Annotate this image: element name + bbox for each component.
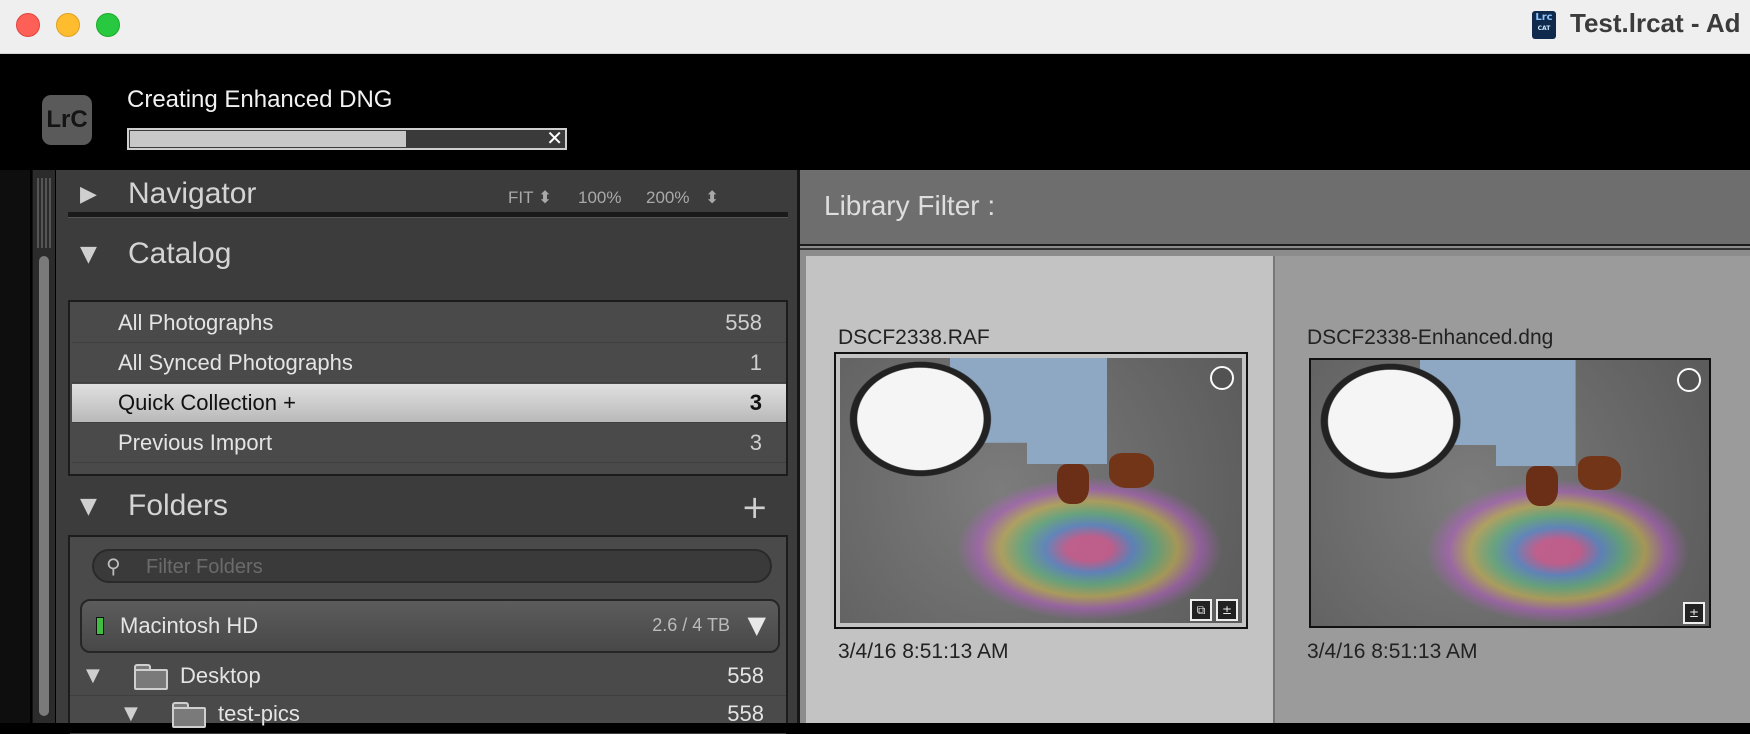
zoom-100-button[interactable]: 100% xyxy=(578,188,621,208)
catalog-item-label: All Photographs xyxy=(118,310,274,335)
photo-detail xyxy=(1109,453,1154,488)
zoom-fit-button[interactable]: FIT ⬍ xyxy=(508,188,552,208)
folder-icon xyxy=(172,702,206,728)
catalog-document-icon: Lrc CAT xyxy=(1532,11,1556,39)
catalog-title: Catalog xyxy=(128,237,232,270)
grid-cell-1[interactable]: DSCF2338.RAF ⧉ ± 3/4/16 8:51:13 AM xyxy=(806,256,1275,723)
folder-disclosure-icon[interactable]: ▼ xyxy=(86,665,100,686)
folder-label: Desktop xyxy=(180,663,261,688)
add-folder-icon[interactable]: + xyxy=(741,488,768,526)
zoom-200-button[interactable]: 200% xyxy=(646,188,689,208)
catalog-item-label: Previous Import xyxy=(118,430,273,455)
pick-flag-icon[interactable] xyxy=(1677,368,1701,392)
volume-name: Macintosh HD xyxy=(120,613,259,638)
catalog-list: All Photographs 558 All Synced Photograp… xyxy=(68,300,788,476)
left-panel-scrollbar[interactable] xyxy=(32,170,55,723)
catalog-item-all-synced[interactable]: All Synced Photographs 1 xyxy=(72,344,786,383)
photo-filename: DSCF2338-Enhanced.dng xyxy=(1307,326,1554,349)
identity-plate: LrC Creating Enhanced DNG ✕ xyxy=(0,54,1750,168)
folder-icon xyxy=(134,664,168,690)
window-title: Test.lrcat - Ad xyxy=(1570,8,1741,38)
folder-label: test-pics xyxy=(218,701,300,726)
minimize-window-button[interactable] xyxy=(56,13,80,37)
catalog-item-label: All Synced Photographs xyxy=(118,350,353,375)
progress-fill xyxy=(130,131,406,147)
library-grid-area: Library Filter : DSCF2338.RAF ⧉ ± 3/4/16… xyxy=(800,170,1750,723)
lrc-logo-icon[interactable]: LrC xyxy=(42,95,92,145)
panel-resize-grip[interactable] xyxy=(37,178,51,248)
doc-icon-line1: Lrc xyxy=(1535,12,1553,23)
doc-icon-line2: CAT xyxy=(1537,25,1551,32)
catalog-header[interactable]: ▼ Catalog xyxy=(68,230,788,280)
catalog-item-count: 558 xyxy=(725,310,762,335)
catalog-item-previous-import[interactable]: Previous Import 3 xyxy=(72,424,786,463)
folders-header[interactable]: ▼ Folders + xyxy=(68,482,788,532)
grid-cell-2[interactable]: DSCF2338-Enhanced.dng ± 3/4/16 8:51:13 A… xyxy=(1275,256,1750,723)
navigator-divider xyxy=(68,212,788,218)
library-filter-bar[interactable]: Library Filter : xyxy=(800,170,1750,246)
folder-disclosure-icon[interactable]: ▼ xyxy=(124,703,138,724)
develop-adjustments-badge-icon[interactable]: ± xyxy=(1216,599,1238,621)
navigator-disclosure-icon[interactable]: ▶ xyxy=(80,182,97,207)
virtual-copy-badge-icon[interactable]: ⧉ xyxy=(1190,599,1212,621)
filter-folders-field[interactable]: ⚲ xyxy=(92,549,772,583)
folders-list: ⚲ Macintosh HD 2.6 / 4 TB ▼ ▼ Desktop 55… xyxy=(68,535,788,734)
progress-label: Creating Enhanced DNG xyxy=(127,86,393,113)
catalog-disclosure-icon[interactable]: ▼ xyxy=(80,242,97,267)
develop-adjustments-badge-icon[interactable]: ± xyxy=(1683,602,1705,624)
folders-title: Folders xyxy=(128,489,229,522)
zoom-window-button[interactable] xyxy=(96,13,120,37)
folder-count: 558 xyxy=(727,701,764,726)
folder-row-test-pics[interactable]: ▼ test-pics 558 xyxy=(70,695,786,734)
catalog-item-all-photographs[interactable]: All Photographs 558 xyxy=(72,304,786,343)
volume-menu-icon[interactable]: ▼ xyxy=(748,611,766,639)
scrollbar-thumb[interactable] xyxy=(39,256,49,716)
progress-bar: ✕ xyxy=(127,127,567,150)
close-window-button[interactable] xyxy=(16,13,40,37)
photo-thumbnail[interactable]: ⧉ ± xyxy=(840,358,1242,623)
volume-macintosh-hd[interactable]: Macintosh HD 2.6 / 4 TB ▼ xyxy=(80,599,780,653)
volume-size: 2.6 / 4 TB xyxy=(652,615,730,635)
catalog-item-count: 3 xyxy=(749,390,762,415)
filter-folders-input[interactable] xyxy=(144,553,748,581)
left-edge-strip xyxy=(0,170,30,723)
catalog-item-count: 3 xyxy=(749,430,762,455)
grid-divider xyxy=(800,248,1750,250)
zoom-more-button[interactable]: ⬍ xyxy=(705,188,719,208)
photo-thumbnail-frame[interactable]: ⧉ ± xyxy=(834,352,1248,629)
photo-detail xyxy=(1525,466,1558,507)
cancel-task-button[interactable]: ✕ xyxy=(546,127,563,149)
folder-count: 558 xyxy=(727,663,764,688)
library-filter-label: Library Filter : xyxy=(824,190,996,221)
navigator-title: Navigator xyxy=(128,177,257,210)
pick-flag-icon[interactable] xyxy=(1210,366,1234,390)
photo-capture-date: 3/4/16 8:51:13 AM xyxy=(838,640,1009,663)
photo-thumbnail-frame[interactable]: ± xyxy=(1309,358,1711,628)
photo-thumbnail[interactable]: ± xyxy=(1311,360,1709,626)
folder-row-desktop[interactable]: ▼ Desktop 558 xyxy=(70,657,786,696)
photo-capture-date: 3/4/16 8:51:13 AM xyxy=(1307,640,1478,663)
catalog-item-quick-collection[interactable]: Quick Collection + 3 xyxy=(72,384,786,423)
volume-status-indicator xyxy=(96,617,104,635)
search-icon[interactable]: ⚲ xyxy=(106,554,121,578)
folders-disclosure-icon[interactable]: ▼ xyxy=(80,494,97,519)
photo-detail xyxy=(1577,455,1622,491)
photo-filename: DSCF2338.RAF xyxy=(838,326,990,349)
window-titlebar: Lrc CAT Test.lrcat - Ad xyxy=(0,0,1750,54)
left-panel: ▶ Navigator FIT ⬍ 100% 200% ⬍ ▼ Catalog … xyxy=(56,170,800,734)
photo-detail xyxy=(1057,464,1090,504)
catalog-item-count: 1 xyxy=(749,350,762,375)
catalog-item-label: Quick Collection + xyxy=(118,390,296,415)
